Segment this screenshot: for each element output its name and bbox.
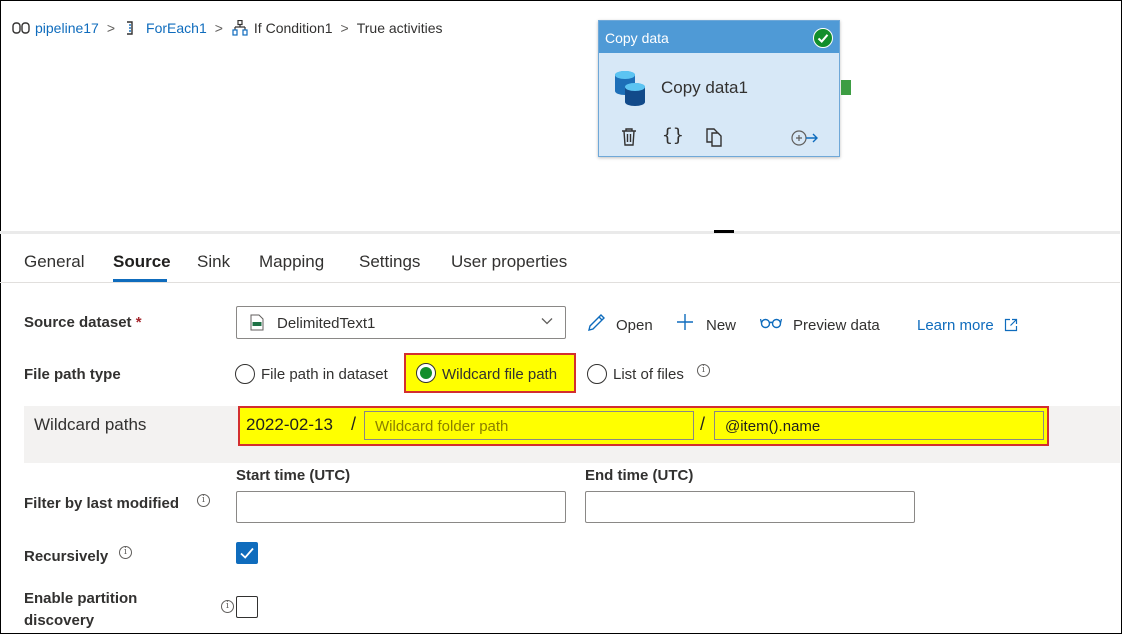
splitter-handle[interactable] [714,230,734,233]
new-dataset-button[interactable]: New [706,317,736,334]
partition-info-icon[interactable]: i [221,600,234,613]
wildcard-folder-path-input[interactable]: Wildcard folder path [364,411,694,440]
activity-name: Copy data1 [661,78,748,97]
tab-general[interactable]: General [24,252,84,272]
list-of-files-radio[interactable] [587,364,607,384]
tab-sink[interactable]: Sink [197,252,230,272]
open-dataset-button[interactable]: Open [616,317,653,334]
delete-icon[interactable] [620,127,638,147]
wildcard-file-path-label[interactable]: Wildcard file path [442,366,557,383]
code-icon[interactable]: {} [662,125,684,146]
path-separator: / [700,414,706,434]
plus-icon [677,314,693,330]
source-dataset-label: Source dataset * [24,314,142,331]
start-time-input[interactable] [236,491,566,523]
source-dataset-value: DelimitedText1 [277,315,376,332]
partition-label-line2: discovery [24,612,95,629]
wildcard-file-name-input[interactable]: @item().name [714,411,1044,440]
csv-file-icon [250,314,264,331]
if-condition-icon [232,20,248,36]
tabs-divider [0,282,1120,283]
breadcrumb: pipeline17 > ForEach1 > If Condition1 > … [12,18,443,38]
copy-icon[interactable] [704,127,724,147]
list-of-files-info-icon[interactable]: i [697,364,710,377]
required-mark: * [135,314,142,331]
breadcrumb-pipeline-link[interactable]: pipeline17 [35,20,99,36]
breadcrumb-current: True activities [356,20,443,36]
list-of-files-label[interactable]: List of files [613,366,684,383]
wildcard-paths-label: Wildcard paths [34,415,147,434]
recursively-label: Recursively [24,548,109,565]
file-path-in-dataset-radio[interactable] [235,364,255,384]
tab-mapping[interactable]: Mapping [259,252,324,272]
external-link-icon [1004,318,1018,332]
breadcrumb-separator: > [214,20,223,36]
add-output-icon[interactable] [791,129,819,147]
recursively-info-icon[interactable]: i [119,546,132,559]
start-time-label: Start time (UTC) [236,467,351,484]
preview-data-button[interactable]: Preview data [793,317,880,334]
partition-label-line1: Enable partition [24,590,138,607]
end-time-label: End time (UTC) [585,467,694,484]
filter-info-icon[interactable]: i [197,494,210,507]
wildcard-file-path-radio[interactable] [416,363,436,383]
path-separator: / [351,414,357,434]
tab-settings[interactable]: Settings [359,252,420,272]
wildcard-prefix-text: 2022-02-13 [246,415,333,434]
tab-source[interactable]: Source [113,252,171,272]
copy-data-activity-card[interactable]: Copy data Copy data1 {} [598,20,840,157]
success-output-port[interactable] [841,80,851,95]
edit-pencil-icon [588,314,605,331]
partition-discovery-checkbox[interactable] [236,596,258,618]
chevron-down-icon [541,318,553,325]
tab-user-properties[interactable]: User properties [451,252,567,272]
breadcrumb-separator: > [106,20,116,36]
file-path-type-label: File path type [24,366,121,383]
pipeline-icon [12,22,30,34]
source-dataset-dropdown[interactable]: DelimitedText1 [236,306,566,339]
foreach-icon [127,21,133,35]
filter-last-modified-label: Filter by last modified [24,495,180,512]
checkmark-icon [240,547,254,559]
success-check-icon [813,28,833,48]
breadcrumb-separator: > [340,20,349,36]
activity-type-label: Copy data [605,30,669,46]
activity-type-header: Copy data [599,21,839,53]
pane-splitter[interactable] [0,231,1120,234]
end-time-input[interactable] [585,491,915,523]
learn-more-link[interactable]: Learn more [917,317,994,334]
copy-data-database-icon [615,71,645,106]
recursively-checkbox[interactable] [236,542,258,564]
glasses-icon [760,318,782,329]
file-path-in-dataset-label[interactable]: File path in dataset [261,366,388,383]
breadcrumb-condition-link[interactable]: If Condition1 [254,20,333,36]
breadcrumb-foreach-link[interactable]: ForEach1 [146,20,207,36]
